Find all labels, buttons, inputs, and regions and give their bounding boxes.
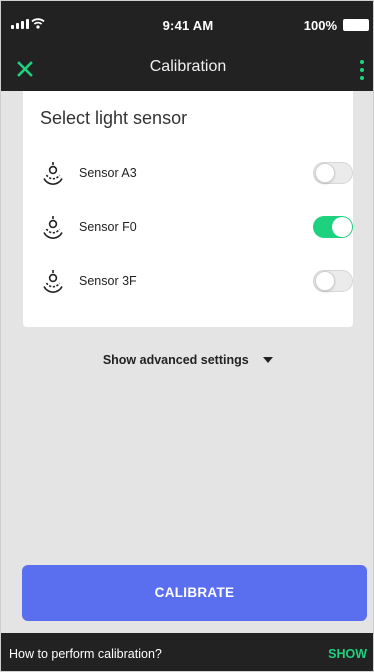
app-screen: 9:41 AM 100% Calibration Select light se… bbox=[0, 0, 374, 672]
snackbar-show-button[interactable]: SHOW bbox=[328, 647, 367, 661]
battery-percent: 100% bbox=[303, 18, 337, 33]
light-sensor-icon bbox=[43, 216, 63, 239]
app-bar: Calibration bbox=[1, 47, 373, 91]
sensor-row-f0[interactable]: Sensor F0 bbox=[23, 203, 353, 259]
sensor-3f-toggle[interactable] bbox=[313, 270, 353, 292]
more-vertical-icon[interactable] bbox=[355, 59, 369, 81]
calibrate-button[interactable]: CALIBRATE bbox=[22, 565, 367, 621]
snackbar-message: How to perform calibration? bbox=[9, 647, 162, 661]
card-title: Select light sensor bbox=[40, 108, 188, 128]
sensor-row-a3[interactable]: Sensor A3 bbox=[23, 149, 353, 205]
snackbar: How to perform calibration? SHOW bbox=[1, 633, 373, 671]
sensor-card: Select light sensor Sensor A3 Sensor F0 bbox=[23, 91, 353, 327]
battery-icon bbox=[343, 19, 369, 31]
page-title: Calibration bbox=[149, 58, 227, 75]
sensor-label: Sensor F0 bbox=[79, 220, 137, 234]
light-sensor-icon bbox=[43, 162, 63, 185]
sensor-row-3f[interactable]: Sensor 3F bbox=[23, 257, 353, 313]
sensor-label: Sensor 3F bbox=[79, 274, 137, 288]
caret-down-icon bbox=[263, 356, 274, 363]
status-bar: 9:41 AM 100% bbox=[1, 1, 373, 47]
advanced-settings-toggle[interactable]: Show advanced settings bbox=[1, 351, 373, 373]
sensor-a3-toggle[interactable] bbox=[313, 162, 353, 184]
light-sensor-icon bbox=[43, 270, 63, 293]
sensor-f0-toggle[interactable] bbox=[313, 216, 353, 238]
sensor-label: Sensor A3 bbox=[79, 166, 137, 180]
advanced-settings-label: Show advanced settings bbox=[102, 352, 249, 367]
